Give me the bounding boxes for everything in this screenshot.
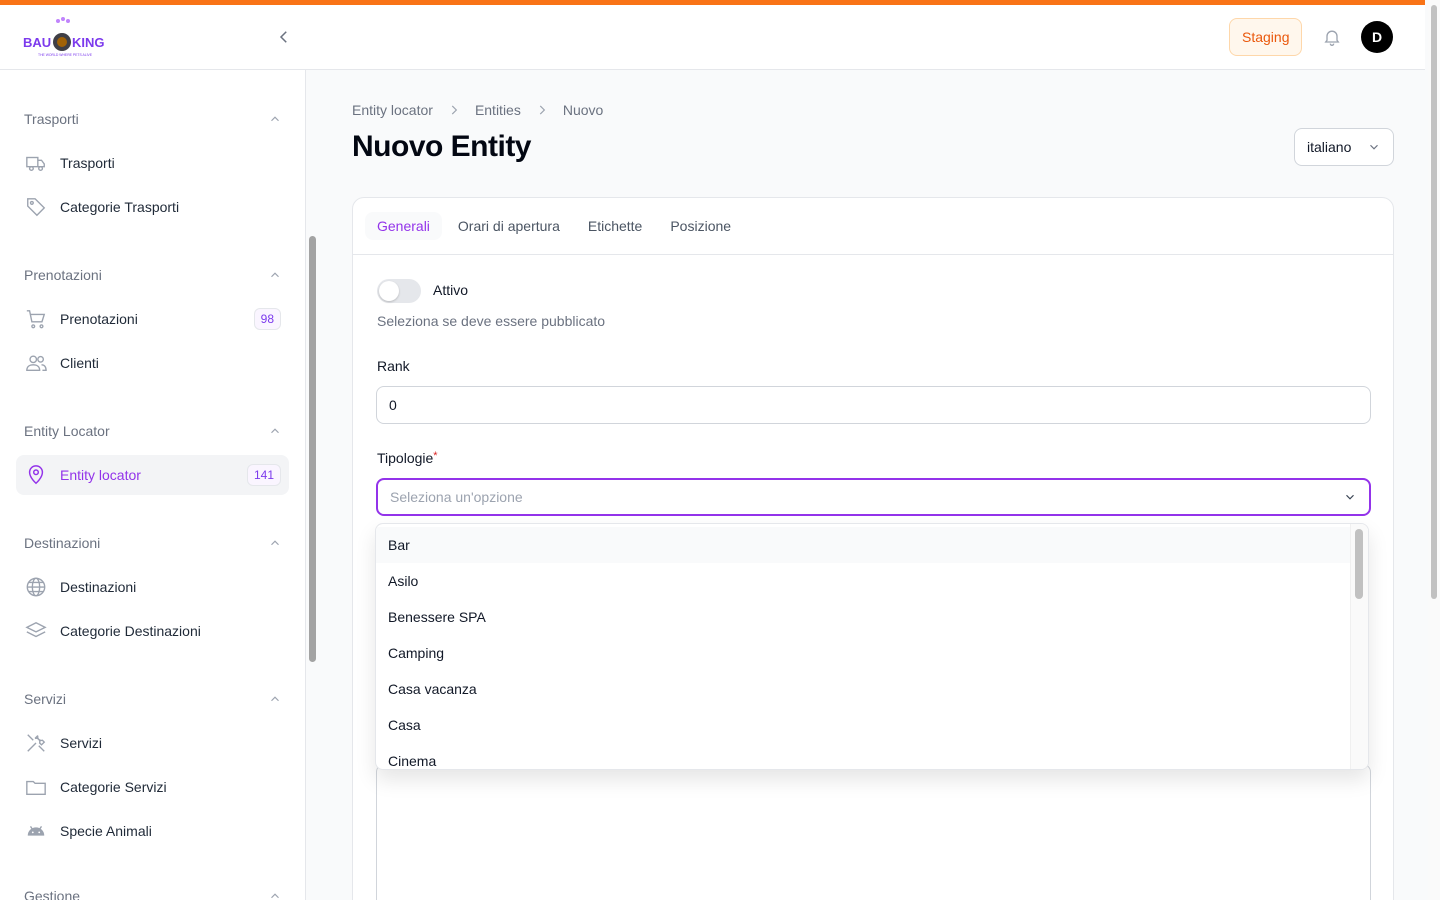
chevron-left-icon (279, 31, 287, 43)
option-asilo[interactable]: Asilo (376, 563, 1350, 599)
description-textarea[interactable] (376, 764, 1371, 900)
sidebar-item-categorie-servizi[interactable]: Categorie Servizi (16, 767, 289, 807)
scrollbar-thumb[interactable] (1355, 529, 1363, 599)
tab-generali[interactable]: Generali (365, 212, 442, 240)
sidebar-item-clienti[interactable]: Clienti (16, 343, 289, 383)
breadcrumb-entity-locator[interactable]: Entity locator (352, 102, 433, 118)
sidebar-item-categorie-trasporti[interactable]: Categorie Trasporti (16, 187, 289, 227)
sidebar-scrollbar[interactable] (309, 236, 316, 662)
option-casa-vacanza[interactable]: Casa vacanza (376, 671, 1350, 707)
logo[interactable]: BAU KING THE WORLD WHERE PETS ALIVE (22, 17, 106, 59)
chevron-up-icon (271, 272, 279, 278)
page-title: Nuovo Entity (352, 130, 532, 163)
option-camping[interactable]: Camping (376, 635, 1350, 671)
tag-icon (24, 195, 48, 219)
page-scrollbar[interactable] (1428, 0, 1440, 900)
notifications-button[interactable] (1320, 25, 1344, 49)
header: BAU KING THE WORLD WHERE PETS ALIVE Stag… (0, 5, 1425, 70)
sidebar: Trasporti Trasporti Categorie Trasporti … (0, 70, 306, 900)
group-prenotazioni[interactable]: Prenotazioni (24, 267, 282, 283)
group-trasporti[interactable]: Trasporti (24, 111, 282, 127)
chevron-up-icon (271, 540, 279, 546)
user-avatar[interactable]: D (1361, 21, 1393, 53)
chevron-up-icon (271, 428, 279, 434)
map-pin-icon (24, 463, 48, 487)
chevron-right-icon (535, 103, 549, 117)
cart-icon (24, 307, 48, 331)
toggle-knob (379, 281, 399, 301)
dropdown-scrollbar[interactable] (1350, 524, 1368, 769)
tipologie-dropdown: Bar Asilo Benessere SPA Camping Casa vac… (375, 523, 1369, 770)
tipologie-label: Tipologie* (377, 450, 438, 466)
active-label: Attivo (433, 282, 469, 298)
bell-icon (1324, 30, 1340, 46)
sidebar-item-categorie-destinazioni[interactable]: Categorie Destinazioni (16, 611, 289, 651)
option-cinema[interactable]: Cinema (376, 743, 1350, 769)
tipologie-select[interactable]: Seleziona un'opzione (376, 478, 1371, 516)
chevron-up-icon (271, 893, 279, 899)
sidebar-item-servizi[interactable]: Servizi (16, 723, 289, 763)
sidebar-item-prenotazioni[interactable]: Prenotazioni 98 (16, 299, 289, 339)
option-casa[interactable]: Casa (376, 707, 1350, 743)
svg-text:KING: KING (72, 35, 105, 50)
tab-posizione[interactable]: Posizione (658, 212, 743, 240)
group-destinazioni[interactable]: Destinazioni (24, 535, 282, 551)
globe-icon (24, 575, 48, 599)
breadcrumb-entities[interactable]: Entities (475, 102, 521, 118)
chevron-down-icon (1346, 494, 1354, 500)
users-icon (24, 351, 48, 375)
chevron-up-icon (271, 696, 279, 702)
sidebar-item-trasporti[interactable]: Trasporti (16, 143, 289, 183)
sidebar-item-destinazioni[interactable]: Destinazioni (16, 567, 289, 607)
count-badge: 98 (253, 308, 281, 330)
tabs: Generali Orari di apertura Etichette Pos… (353, 198, 1393, 255)
truck-icon (24, 151, 48, 175)
scrollbar-thumb[interactable] (1431, 5, 1437, 599)
staging-badge[interactable]: Staging (1229, 18, 1303, 56)
tab-orari-di-apertura[interactable]: Orari di apertura (446, 212, 572, 240)
group-entity-locator[interactable]: Entity Locator (24, 423, 282, 439)
breadcrumb-nuovo: Nuovo (562, 102, 604, 118)
option-bar[interactable]: Bar (376, 527, 1350, 563)
chevron-up-icon (271, 116, 279, 122)
collapse-sidebar-button[interactable] (272, 25, 296, 49)
layers-icon (24, 619, 48, 643)
sidebar-item-specie-animali[interactable]: Specie Animali (16, 811, 289, 851)
group-gestione[interactable]: Gestione (24, 888, 282, 900)
android-icon (24, 819, 48, 843)
count-badge: 141 (246, 464, 281, 486)
svg-text:BAU: BAU (23, 35, 51, 50)
breadcrumb: Entity locator Entities Nuovo (352, 102, 603, 118)
sidebar-item-entity-locator[interactable]: Entity locator 141 (16, 455, 289, 495)
tab-etichette[interactable]: Etichette (576, 212, 654, 240)
required-marker: * (433, 450, 438, 462)
chevron-down-icon (1370, 144, 1378, 150)
language-select[interactable]: italiano (1294, 128, 1394, 166)
tools-icon (24, 731, 48, 755)
rank-label: Rank (377, 358, 410, 374)
active-help-text: Seleziona se deve essere pubblicato (377, 313, 606, 329)
option-benessere-spa[interactable]: Benessere SPA (376, 599, 1350, 635)
top-accent-bar (0, 0, 1425, 5)
folder-icon (24, 775, 48, 799)
svg-text:THE WORLD WHERE PETS ALIVE: THE WORLD WHERE PETS ALIVE (38, 53, 93, 57)
active-toggle[interactable] (377, 279, 421, 303)
group-servizi[interactable]: Servizi (24, 691, 282, 707)
rank-input[interactable]: 0 (376, 386, 1371, 424)
chevron-right-icon (447, 103, 461, 117)
